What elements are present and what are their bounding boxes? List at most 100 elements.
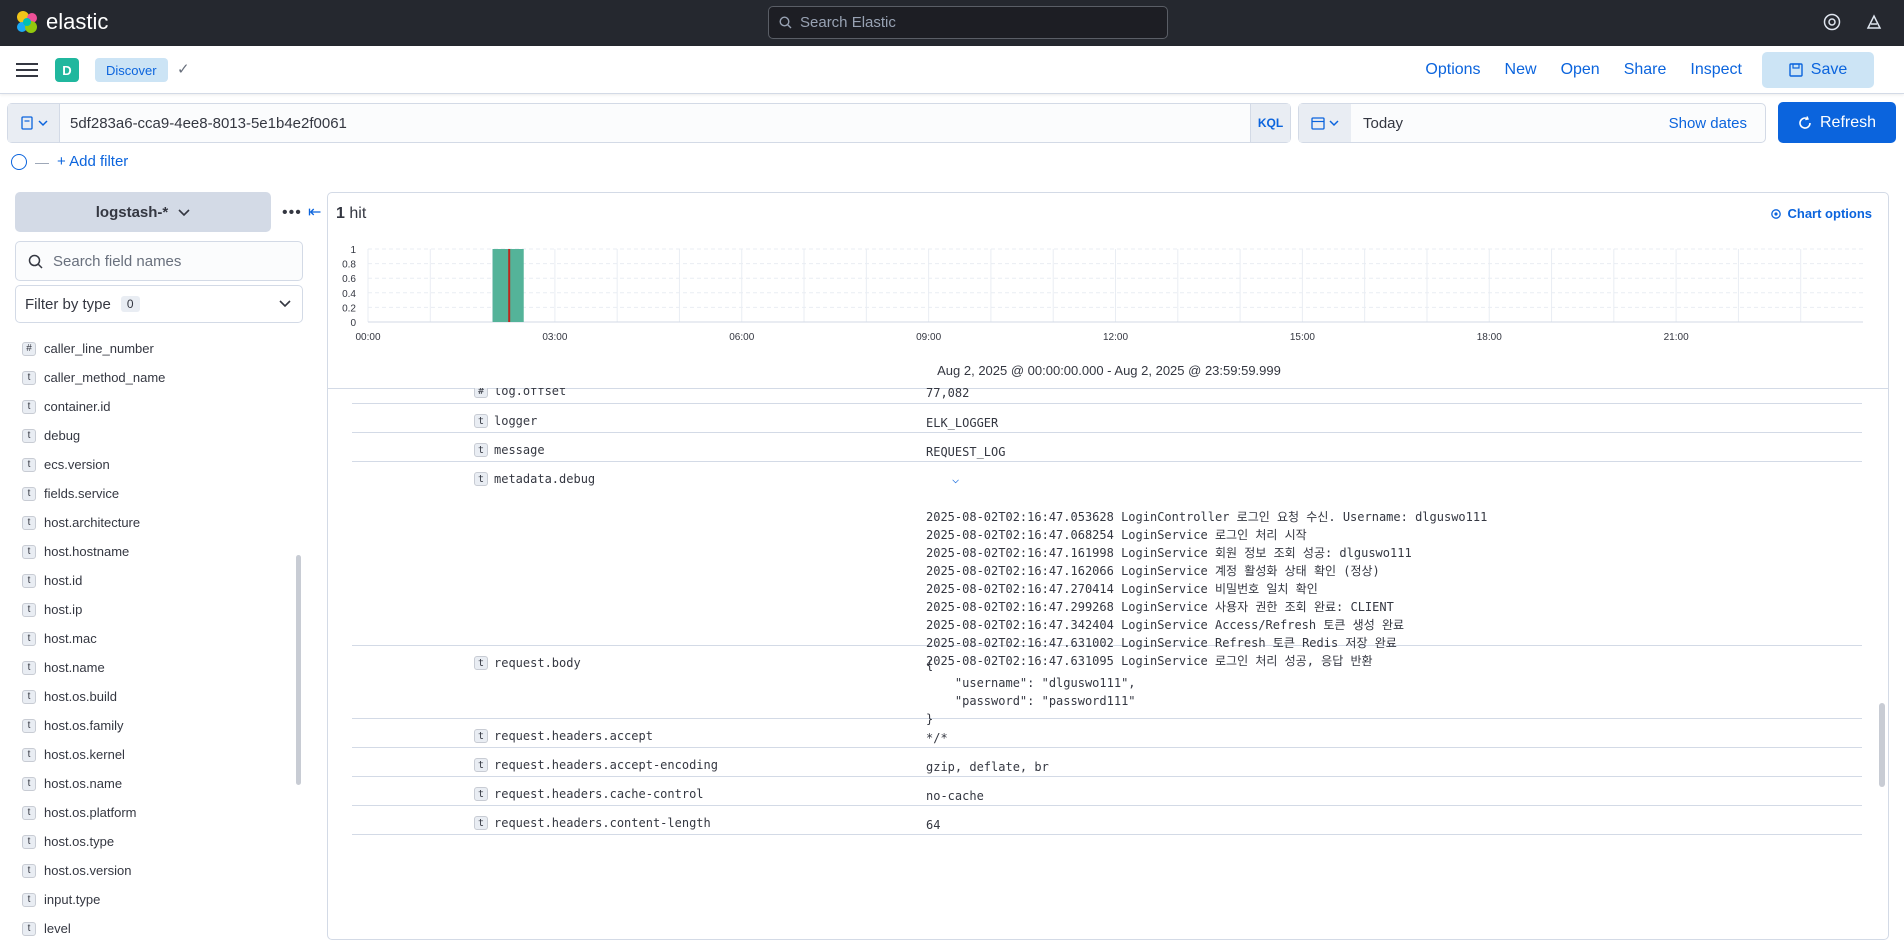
inspect-link[interactable]: Inspect (1678, 52, 1754, 88)
add-filter-button[interactable]: + Add filter (57, 153, 128, 170)
refresh-button[interactable]: Refresh (1778, 102, 1896, 143)
field-list-item[interactable]: t host.mac (22, 624, 292, 653)
document-field-row[interactable]: t request.headers.accept */* (352, 719, 1862, 748)
string-type-icon: t (22, 515, 36, 530)
filter-by-type-button[interactable]: Filter by type 0 (15, 285, 303, 323)
document-field-row[interactable]: t request.body { "username": "dlguswo111",… (352, 646, 1862, 726)
options-link[interactable]: Options (1413, 52, 1492, 88)
string-type-icon: t (474, 816, 488, 830)
document-field-row[interactable]: t message REQUEST_LOG (352, 433, 1862, 462)
date-picker: Today Show dates (1298, 103, 1766, 143)
document-field-row[interactable]: # log.offset 77,082 (352, 388, 1862, 404)
more-options-icon[interactable]: ••• (282, 204, 302, 222)
query-language-button[interactable]: KQL (1250, 104, 1290, 142)
share-link[interactable]: Share (1612, 52, 1679, 88)
date-range-label[interactable]: Today (1351, 115, 1669, 132)
filter-menu-icon[interactable] (11, 153, 27, 170)
histogram-bar[interactable] (492, 249, 524, 322)
string-type-icon: t (22, 602, 36, 617)
app-name: elastic (46, 9, 109, 34)
histogram-chart[interactable]: 0 0.2 0.4 0.6 0.8 1 00:00 03:00 06:00 09:00 12:00 1… (328, 241, 1889, 361)
field-list-item[interactable]: t host.os.name (22, 769, 292, 798)
new-link[interactable]: New (1493, 52, 1549, 88)
elastic-logo-icon (17, 11, 37, 33)
field-list-item[interactable]: t host.os.type (22, 827, 292, 856)
menu-toggle-icon[interactable] (16, 60, 38, 80)
string-type-icon: t (474, 414, 488, 428)
field-list-item[interactable]: t debug (22, 421, 292, 450)
document-field-value: ELK_LOGGER (926, 416, 999, 430)
global-search-input[interactable]: Search Elastic (768, 6, 1168, 39)
field-list-item[interactable]: t fields.service (22, 479, 292, 508)
document-field-name: t request.body (474, 656, 581, 670)
field-name: host.os.build (44, 689, 117, 704)
document-field-row[interactable]: t request.headers.content-length 64 (352, 806, 1862, 835)
news-feed-icon[interactable] (1864, 12, 1884, 32)
document-scrollbar[interactable] (1879, 703, 1885, 787)
field-list-item[interactable]: t caller_method_name (22, 363, 292, 392)
document-field-value: 64 (926, 818, 941, 832)
field-list-item[interactable]: t host.os.kernel (22, 740, 292, 769)
field-name: host.hostname (44, 544, 130, 559)
save-button[interactable]: Save (1762, 52, 1874, 88)
field-list-item[interactable]: t container.id (22, 392, 292, 421)
field-list-item[interactable]: tlevelValue (22, 943, 292, 951)
string-type-icon: t (22, 457, 36, 472)
field-name: level (44, 921, 71, 936)
string-type-icon: t (22, 834, 36, 849)
show-dates-link[interactable]: Show dates (1669, 115, 1765, 132)
chart-options-label: Chart options (1787, 206, 1873, 221)
document-field-value: gzip, deflate, br (926, 760, 1049, 774)
field-list-item[interactable]: t host.os.family (22, 711, 292, 740)
field-list-item[interactable]: t host.hostname (22, 537, 292, 566)
document-field-label: message (494, 443, 545, 457)
help-icon[interactable] (1822, 12, 1842, 32)
field-name: input.type (44, 892, 101, 907)
query-bar: 5df283a6-cca9-4ee8-8013-5e1b4e2f0061 KQL (7, 103, 1291, 143)
x-tick-label: 00:00 (355, 332, 380, 343)
field-list-item[interactable]: t host.id (22, 566, 292, 595)
field-list-item[interactable]: t host.os.build (22, 682, 292, 711)
field-name: host.os.name (44, 776, 123, 791)
document-field-value: */* (926, 731, 948, 745)
query-input[interactable]: 5df283a6-cca9-4ee8-8013-5e1b4e2f0061 (60, 115, 1250, 132)
document-field-row[interactable]: ⌵ t metadata.debug 2025-08-02T02:16:47.0536… (352, 462, 1862, 668)
open-link[interactable]: Open (1549, 52, 1612, 88)
x-tick-label: 09:00 (916, 332, 941, 343)
elastic-logo[interactable]: elastic (14, 9, 108, 35)
string-type-icon: t (22, 892, 36, 907)
field-search-input[interactable]: Search field names (15, 241, 303, 281)
breadcrumb-discover[interactable]: Discover (95, 58, 168, 82)
gear-icon (1770, 208, 1781, 219)
field-list-item[interactable]: t level (22, 914, 292, 943)
string-type-icon: t (474, 656, 488, 670)
chevron-down-icon (279, 300, 291, 308)
x-tick-label: 06:00 (729, 332, 754, 343)
chart-options-button[interactable]: Chart options (1770, 206, 1873, 221)
document-field-row[interactable]: t logger ELK_LOGGER (352, 404, 1862, 433)
space-avatar[interactable]: D (55, 58, 79, 82)
document-field-row[interactable]: t request.headers.accept-encoding gzip, de… (352, 748, 1862, 777)
document-field-name: t request.headers.cache-control (474, 787, 704, 801)
field-list-item[interactable]: t host.name (22, 653, 292, 682)
field-list-item[interactable]: t host.ip (22, 595, 292, 624)
field-list-item[interactable]: t ecs.version (22, 450, 292, 479)
quick-select-button[interactable] (1299, 104, 1351, 142)
document-field-value: no-cache (926, 789, 984, 803)
saved-query-icon (20, 116, 33, 130)
data-view-picker[interactable]: logstash-* (15, 192, 271, 232)
number-type-icon: # (474, 388, 488, 398)
x-tick-label: 15:00 (1290, 332, 1315, 343)
y-tick-label: 0.6 (342, 274, 356, 285)
collapse-sidebar-icon[interactable]: ⇤ (308, 202, 321, 222)
field-list-item[interactable]: t input.type (22, 885, 292, 914)
document-field-row[interactable]: t request.headers.cache-control no-cache (352, 777, 1862, 806)
field-list-item[interactable]: t host.architecture (22, 508, 292, 537)
expand-chevron-icon[interactable]: ⌵ (952, 472, 959, 486)
sidebar-scrollbar[interactable] (296, 555, 301, 785)
refresh-label: Refresh (1819, 113, 1877, 131)
saved-query-menu-button[interactable] (8, 104, 60, 142)
field-list-item[interactable]: t host.os.version (22, 856, 292, 885)
field-list-item[interactable]: t host.os.platform (22, 798, 292, 827)
field-list-item[interactable]: # caller_line_number (22, 334, 292, 363)
